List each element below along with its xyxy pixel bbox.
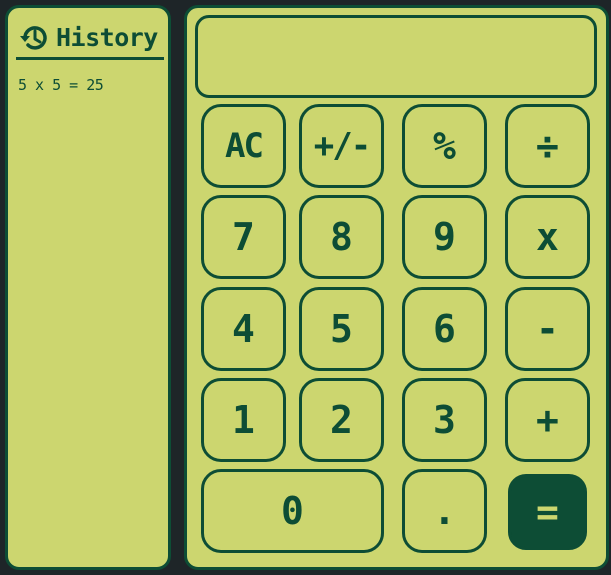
digit-8-button[interactable]: 8 <box>299 195 384 279</box>
decimal-point-button[interactable]: . <box>402 469 487 553</box>
calculator: AC +/- % ÷ 7 8 9 x 4 5 6 - 1 2 3 + 0 . = <box>184 5 609 570</box>
multiply-button[interactable]: x <box>505 195 590 279</box>
percent-button[interactable]: % <box>402 104 487 188</box>
history-entry[interactable]: 5 x 5 = 25 <box>18 74 163 96</box>
history-icon <box>20 25 47 50</box>
subtract-button[interactable]: - <box>505 287 590 371</box>
digit-6-button[interactable]: 6 <box>402 287 487 371</box>
digit-5-button[interactable]: 5 <box>299 287 384 371</box>
history-panel: History 5 x 5 = 25 <box>5 5 171 570</box>
all-clear-button[interactable]: AC <box>201 104 286 188</box>
digit-0-button[interactable]: 0 <box>201 469 384 553</box>
digit-3-button[interactable]: 3 <box>402 378 487 462</box>
history-list: 5 x 5 = 25 <box>18 74 163 96</box>
history-header: History <box>16 18 164 60</box>
toggle-sign-button[interactable]: +/- <box>299 104 384 188</box>
digit-1-button[interactable]: 1 <box>201 378 286 462</box>
divide-button[interactable]: ÷ <box>505 104 590 188</box>
digit-9-button[interactable]: 9 <box>402 195 487 279</box>
history-title: History <box>56 23 158 52</box>
digit-7-button[interactable]: 7 <box>201 195 286 279</box>
digit-2-button[interactable]: 2 <box>299 378 384 462</box>
calculator-display <box>195 15 597 98</box>
add-button[interactable]: + <box>505 378 590 462</box>
equals-button[interactable]: = <box>508 474 587 550</box>
digit-4-button[interactable]: 4 <box>201 287 286 371</box>
